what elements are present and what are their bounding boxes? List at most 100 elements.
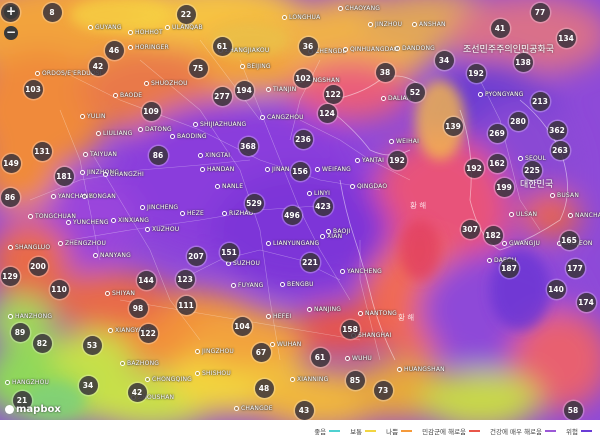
aqi-marker[interactable]: 22 <box>176 4 196 24</box>
aqi-marker[interactable]: 199 <box>494 177 514 197</box>
city-label: NANCHANG <box>568 212 600 219</box>
aqi-marker[interactable]: 38 <box>375 62 395 82</box>
aqi-marker[interactable]: 263 <box>550 140 570 160</box>
aqi-marker[interactable]: 269 <box>487 123 507 143</box>
aqi-marker[interactable]: 86 <box>0 187 20 207</box>
legend-item: 건강에 매우 해로움 <box>490 426 557 436</box>
aqi-marker[interactable]: 151 <box>219 242 239 262</box>
aqi-marker[interactable]: 104 <box>232 316 252 336</box>
aqi-marker[interactable]: 98 <box>128 298 148 318</box>
aqi-marker[interactable]: 109 <box>141 101 161 121</box>
aqi-marker[interactable]: 496 <box>282 205 302 225</box>
aqi-marker[interactable]: 194 <box>234 80 254 100</box>
aqi-marker[interactable]: 75 <box>188 58 208 78</box>
aqi-marker[interactable]: 53 <box>82 335 102 355</box>
city-label: CHONGQING <box>145 376 192 383</box>
aqi-marker[interactable]: 225 <box>522 160 542 180</box>
aqi-marker[interactable]: 162 <box>487 153 507 173</box>
aqi-marker[interactable]: 200 <box>28 256 48 276</box>
aqi-marker[interactable]: 34 <box>78 375 98 395</box>
aqi-marker[interactable]: 165 <box>559 230 579 250</box>
aqi-marker[interactable]: 362 <box>547 120 567 140</box>
aqi-marker[interactable]: 158 <box>340 319 360 339</box>
city-label: SHUOZHOU <box>144 80 188 87</box>
aqi-marker[interactable]: 207 <box>186 246 206 266</box>
aqi-marker[interactable]: 122 <box>323 84 343 104</box>
city-label: XINGTAI <box>198 152 230 159</box>
city-label: XINXIANG <box>111 217 149 224</box>
aqi-marker[interactable]: 58 <box>563 400 583 420</box>
legend-swatch <box>545 430 557 432</box>
aqi-marker[interactable]: 307 <box>460 219 480 239</box>
aqi-marker[interactable]: 423 <box>313 196 333 216</box>
aqi-marker[interactable]: 181 <box>54 166 74 186</box>
aqi-marker[interactable]: 61 <box>310 347 330 367</box>
legend-label: 나쁨 <box>386 428 399 436</box>
aqi-marker[interactable]: 111 <box>176 295 196 315</box>
aqi-marker[interactable]: 138 <box>513 52 533 72</box>
aqi-marker[interactable]: 134 <box>556 28 576 48</box>
aqi-marker[interactable]: 192 <box>387 150 407 170</box>
city-label: YANTAI <box>355 157 384 164</box>
aqi-marker[interactable]: 86 <box>148 145 168 165</box>
aqi-marker[interactable]: 43 <box>294 400 314 420</box>
city-label: JINZHOU <box>368 21 402 28</box>
aqi-marker[interactable]: 174 <box>576 292 596 312</box>
city-label: NANJING <box>307 306 341 313</box>
aqi-marker[interactable]: 122 <box>138 323 158 343</box>
aqi-marker[interactable]: 36 <box>298 36 318 56</box>
city-label: WUHU <box>345 355 372 362</box>
aqi-marker[interactable]: 129 <box>0 266 20 286</box>
aqi-marker[interactable]: 149 <box>1 153 21 173</box>
aqi-marker[interactable]: 67 <box>251 342 271 362</box>
aqi-marker[interactable]: 89 <box>10 322 30 342</box>
aqi-marker[interactable]: 123 <box>175 269 195 289</box>
legend-swatch <box>401 430 413 432</box>
aqi-marker[interactable]: 102 <box>293 68 313 88</box>
aqi-marker[interactable]: 277 <box>212 86 232 106</box>
city-label: ZHENGZHOU <box>58 240 106 247</box>
aqi-marker[interactable]: 139 <box>443 116 463 136</box>
aqi-marker[interactable]: 46 <box>104 40 124 60</box>
aqi-marker[interactable]: 192 <box>466 63 486 83</box>
aqi-marker[interactable]: 144 <box>136 270 156 290</box>
mapbox-logo[interactable]: mapbox <box>5 404 61 415</box>
aqi-marker[interactable]: 368 <box>238 136 258 156</box>
aqi-marker[interactable]: 85 <box>345 370 365 390</box>
aqi-marker[interactable]: 192 <box>464 158 484 178</box>
aqi-marker[interactable]: 529 <box>244 193 264 213</box>
aqi-marker[interactable]: 280 <box>508 111 528 131</box>
aqi-marker[interactable]: 52 <box>405 82 425 102</box>
city-label: HEFEI <box>266 313 291 320</box>
aqi-marker[interactable]: 34 <box>434 50 454 70</box>
aqi-marker[interactable]: 182 <box>483 225 503 245</box>
zoom-out-button[interactable]: − <box>4 26 18 40</box>
city-label: XIANNING <box>290 376 328 383</box>
city-label: BAOJI <box>326 228 350 235</box>
aqi-marker[interactable]: 187 <box>499 258 519 278</box>
city-label: HUANGSHAN <box>397 366 445 373</box>
zoom-in-button[interactable]: + <box>4 5 18 19</box>
aqi-marker[interactable]: 213 <box>530 91 550 111</box>
air-quality-map[interactable]: 조선민주주의인민공화국 대한민국 황 해 황 해 GUYANG HOHHOT ULA… <box>0 0 600 442</box>
aqi-marker[interactable]: 156 <box>290 161 310 181</box>
city-label: QINGDAO <box>350 183 387 190</box>
aqi-marker[interactable]: 42 <box>127 382 147 402</box>
aqi-marker[interactable]: 73 <box>373 380 393 400</box>
aqi-marker[interactable]: 221 <box>300 252 320 272</box>
aqi-marker[interactable]: 140 <box>546 279 566 299</box>
city-label: SHIYAN <box>105 290 135 297</box>
aqi-marker[interactable]: 82 <box>32 333 52 353</box>
aqi-marker[interactable]: 77 <box>530 2 550 22</box>
aqi-marker[interactable]: 8 <box>42 2 62 22</box>
aqi-marker[interactable]: 42 <box>88 56 108 76</box>
aqi-marker[interactable]: 236 <box>293 129 313 149</box>
aqi-marker[interactable]: 103 <box>23 79 43 99</box>
aqi-marker[interactable]: 124 <box>317 103 337 123</box>
aqi-marker[interactable]: 41 <box>490 18 510 38</box>
aqi-marker[interactable]: 131 <box>32 141 52 161</box>
aqi-marker[interactable]: 61 <box>212 36 232 56</box>
aqi-marker[interactable]: 110 <box>49 279 69 299</box>
aqi-marker[interactable]: 48 <box>254 378 274 398</box>
aqi-marker[interactable]: 177 <box>565 258 585 278</box>
